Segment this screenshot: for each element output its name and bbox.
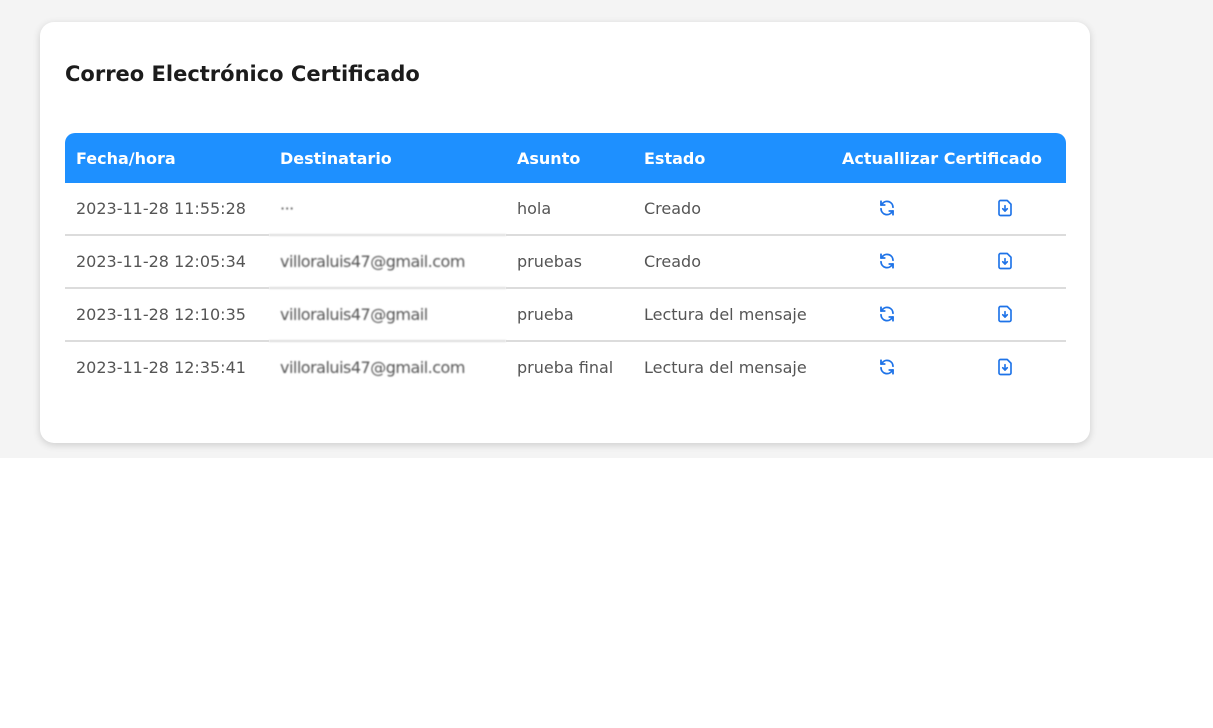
column-header-actions: Actuallizar Certificado xyxy=(831,133,1066,183)
cell-destinatario: villoraluis47@gmail.com xyxy=(269,236,506,289)
table-row: 2023-11-28 12:35:41 villoraluis47@gmail.… xyxy=(65,342,1066,393)
table-row: 2023-11-28 11:55:28 ··· hola Creado xyxy=(65,183,1066,236)
certificate-cell xyxy=(943,342,1066,393)
refresh-icon[interactable] xyxy=(875,196,899,220)
file-download-icon[interactable] xyxy=(993,196,1017,220)
cell-asunto: prueba final xyxy=(517,358,614,377)
cell-destinatario: villoraluis47@gmail xyxy=(269,289,506,342)
column-header-asunto: Asunto xyxy=(506,133,633,183)
table-header-row: Fecha/hora Destinatario Asunto Estado Ac… xyxy=(65,133,1066,183)
refresh-icon[interactable] xyxy=(875,355,899,379)
cell-asunto: pruebas xyxy=(506,236,633,289)
refresh-cell xyxy=(831,289,943,342)
cell-estado: Lectura del mensaje xyxy=(633,289,831,342)
refresh-icon[interactable] xyxy=(875,302,899,326)
refresh-cell xyxy=(831,342,943,393)
refresh-cell xyxy=(831,183,943,236)
table-row: 2023-11-28 12:05:34 villoraluis47@gmail.… xyxy=(65,236,1066,289)
file-download-icon[interactable] xyxy=(993,302,1017,326)
column-header-fecha: Fecha/hora xyxy=(65,133,269,183)
cell-fecha: 2023-11-28 12:10:35 xyxy=(65,289,269,342)
refresh-icon[interactable] xyxy=(875,249,899,273)
cell-fecha: 2023-11-28 12:05:34 xyxy=(65,236,269,289)
file-download-icon[interactable] xyxy=(993,249,1017,273)
cell-destinatario: ··· xyxy=(269,183,506,236)
cell-fecha: 2023-11-28 11:55:28 xyxy=(65,183,269,236)
certificate-cell xyxy=(943,289,1066,342)
cell-asunto: prueba xyxy=(506,289,633,342)
table-row: 2023-11-28 12:10:35 villoraluis47@gmail … xyxy=(65,289,1066,342)
cell-fecha: 2023-11-28 12:35:41 xyxy=(76,358,246,377)
cell-destinatario: villoraluis47@gmail.com xyxy=(280,358,465,377)
certified-email-card: Correo Electrónico Certificado Fecha/hor… xyxy=(40,22,1090,443)
column-header-estado: Estado xyxy=(633,133,831,183)
refresh-cell xyxy=(831,236,943,289)
card-title: Correo Electrónico Certificado xyxy=(65,62,420,86)
certificate-cell xyxy=(943,236,1066,289)
certified-email-table: Fecha/hora Destinatario Asunto Estado Ac… xyxy=(65,133,1066,393)
cell-asunto: hola xyxy=(506,183,633,236)
certificate-cell xyxy=(943,183,1066,236)
cell-estado: Lectura del mensaje xyxy=(644,358,807,377)
file-download-icon[interactable] xyxy=(993,355,1017,379)
column-header-destinatario: Destinatario xyxy=(269,133,506,183)
cell-estado: Creado xyxy=(633,236,831,289)
cell-estado: Creado xyxy=(633,183,831,236)
